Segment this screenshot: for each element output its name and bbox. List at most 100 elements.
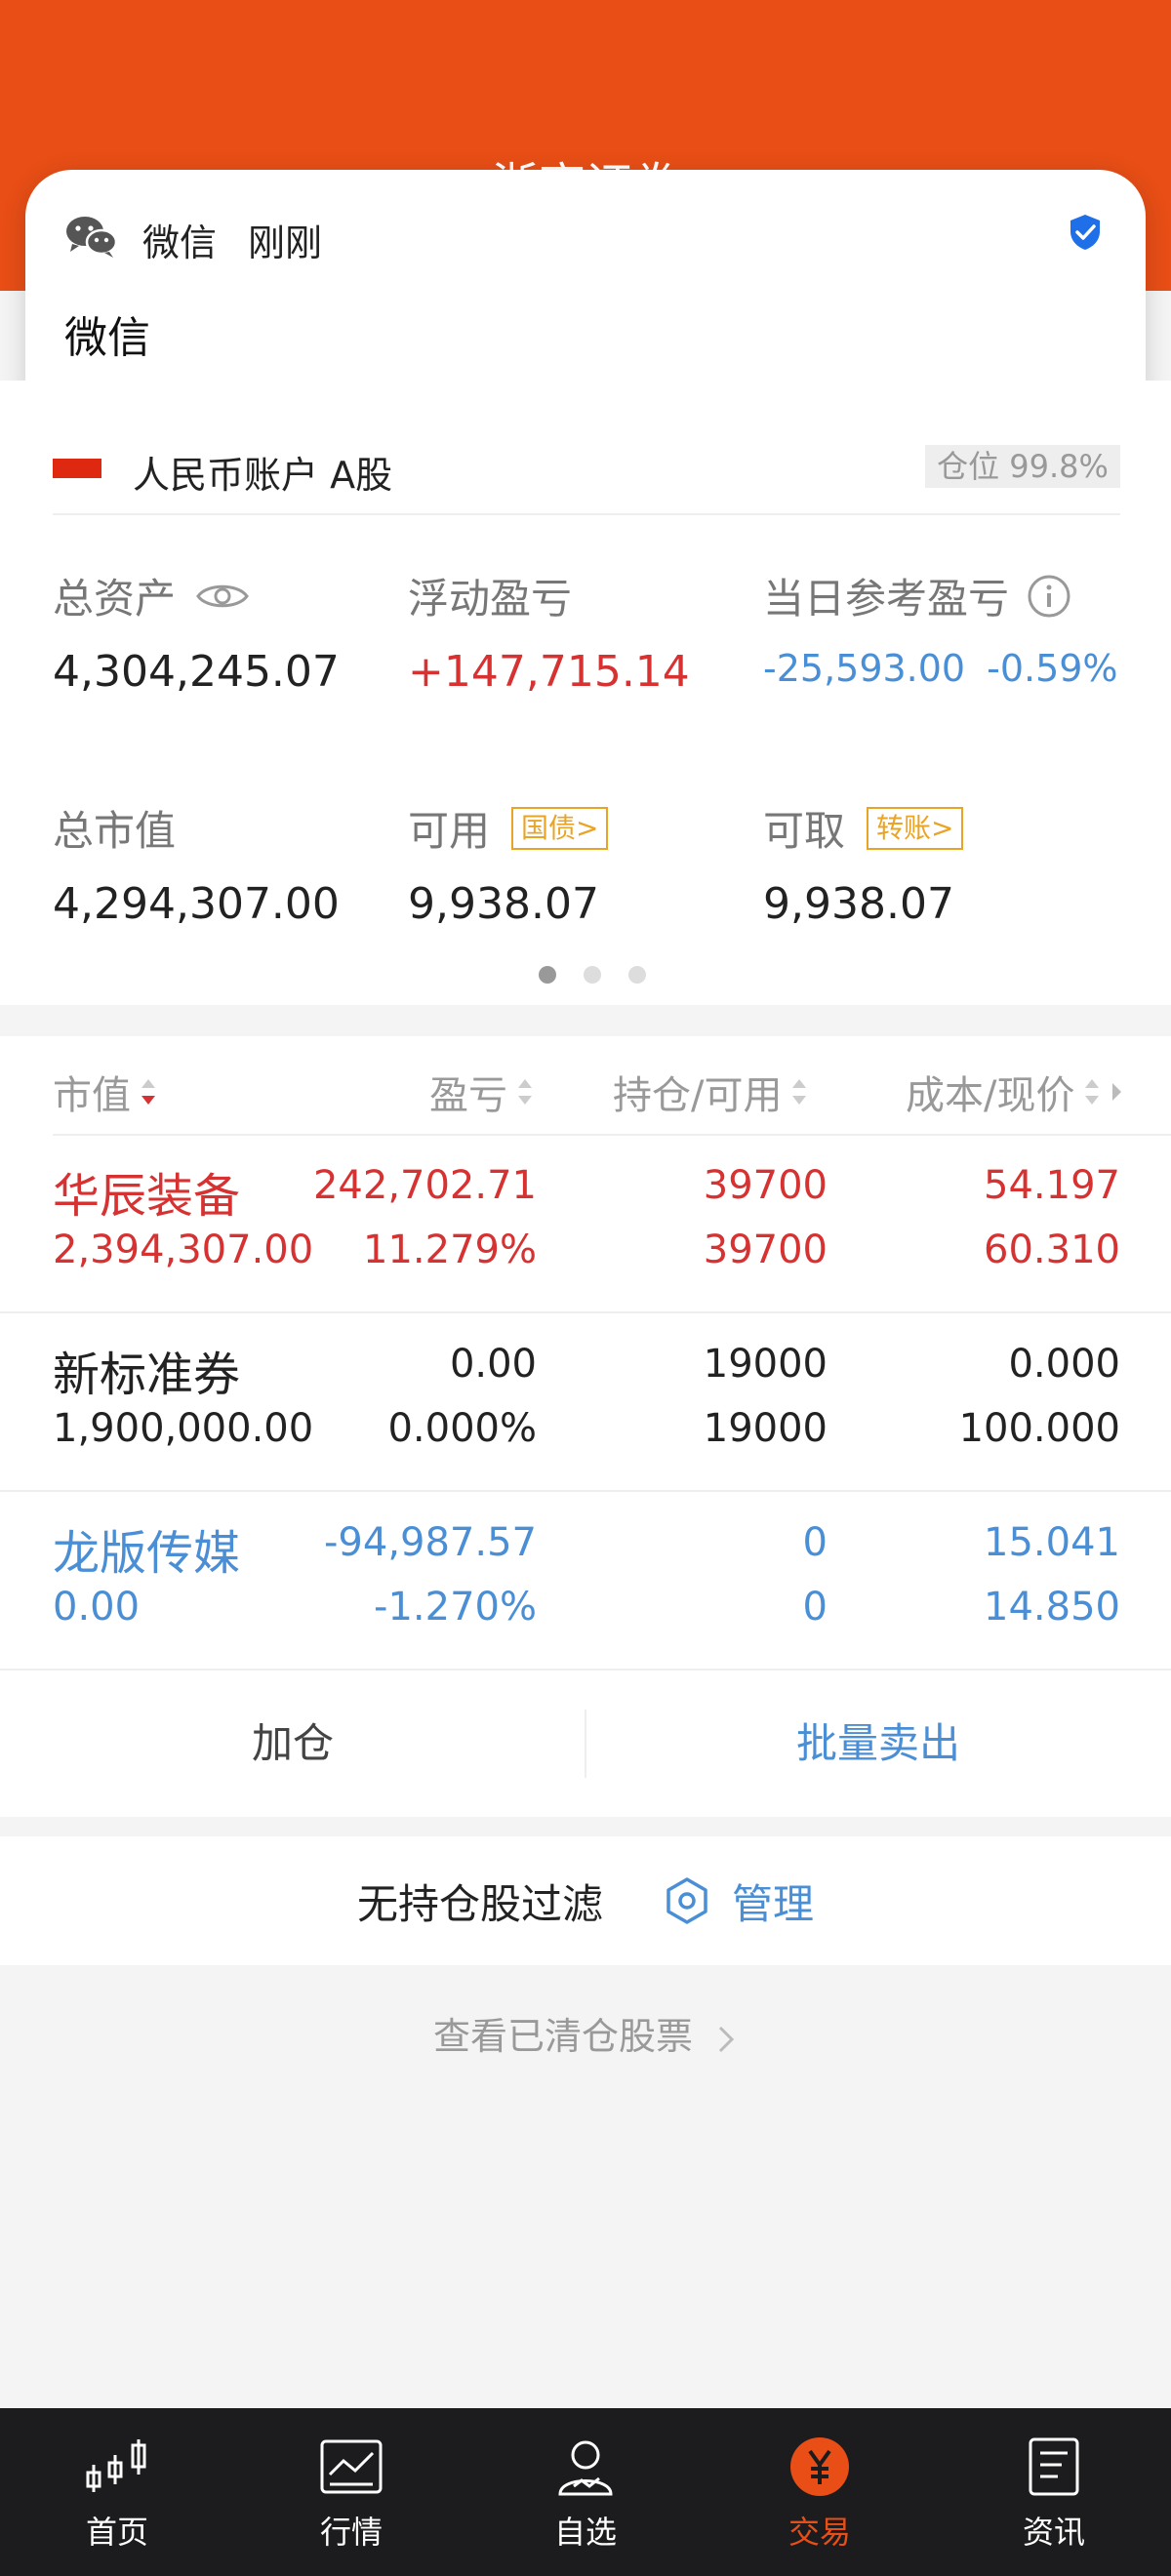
tab-news[interactable]: 资讯 [937, 2408, 1171, 2576]
header-cost-price[interactable]: 成本/现价 [906, 1064, 1125, 1120]
info-icon[interactable] [1027, 574, 1071, 619]
withdrawable-label: 可取 [763, 807, 846, 855]
table-row[interactable]: 新标准券 1,900,000.00 0.00 0.000% 19000 1900… [0, 1314, 1171, 1492]
stock-name: 华辰装备 [53, 1169, 241, 1224]
notification-title: 微信 [64, 313, 150, 363]
treasury-bond-button[interactable]: 国债> [511, 806, 609, 850]
stock-price: 100.000 [958, 1406, 1120, 1451]
stock-name: 龙版传媒 [53, 1526, 241, 1581]
stat-available: 可用 国债> 9,938.07 [408, 798, 609, 929]
verified-shield-icon [1070, 215, 1100, 250]
daily-pl-value: -25,593.00 [763, 647, 966, 690]
person-icon [558, 2440, 613, 2496]
chevron-right-icon [718, 2026, 735, 2052]
manage-button[interactable]: 管理 [662, 1872, 814, 1931]
tab-trade[interactable]: 交易 [703, 2408, 937, 2576]
tab-home[interactable]: 首页 [0, 2408, 234, 2576]
holdings-table: 市值 盈亏 持仓/可用 成本/现价 华辰装备 2,394,307.00 242,… [0, 1036, 1171, 1817]
yuan-icon [790, 2437, 849, 2496]
position-ratio-badge: 仓位 99.8% [925, 445, 1120, 488]
document-icon [1029, 2437, 1079, 2496]
stock-market-value: 1,900,000.00 [53, 1406, 314, 1451]
sort-icon [1085, 1079, 1100, 1105]
account-summary-card: 人民币账户 A股 仓位 99.8% 总资产 4,304,245.07 浮动盈亏 … [0, 381, 1171, 1005]
market-value-value: 4,294,307.00 [53, 879, 340, 929]
tab-watchlist[interactable]: 自选 [468, 2408, 703, 2576]
available-label: 可用 [408, 807, 491, 855]
stock-pl: 0.00 [449, 1342, 537, 1387]
stock-market-value: 0.00 [53, 1585, 141, 1630]
float-pl-value: +147,715.14 [408, 647, 690, 697]
header-position-label: 持仓/可用 [613, 1073, 783, 1118]
market-chart-icon [320, 2439, 383, 2494]
table-row[interactable]: 龙版传媒 0.00 -94,987.57 -1.270% 0 0 15.041 … [0, 1493, 1171, 1670]
float-pl-label: 浮动盈亏 [408, 575, 573, 623]
china-flag-icon [53, 459, 101, 478]
divider [53, 513, 1120, 515]
daily-pl-label: 当日参考盈亏 [763, 575, 1010, 623]
page-dot [584, 966, 601, 984]
notification-time: 刚刚 [248, 221, 323, 264]
no-position-filter-bar: 无持仓股过滤 管理 [0, 1836, 1171, 1965]
chevron-right-icon[interactable] [1110, 1077, 1125, 1107]
sort-icon [792, 1079, 807, 1105]
tab-label: 自选 [553, 2514, 617, 2551]
stock-pl-percent: 0.000% [387, 1406, 537, 1451]
candlestick-icon [86, 2439, 146, 2492]
add-position-button[interactable]: 加仓 [0, 1670, 586, 1817]
stock-cost: 15.041 [984, 1520, 1120, 1565]
tab-label: 首页 [85, 2514, 148, 2551]
table-row[interactable]: 华辰装备 2,394,307.00 242,702.71 11.279% 397… [0, 1136, 1171, 1313]
tab-label: 行情 [319, 2514, 383, 2551]
stock-position: 0 [802, 1520, 828, 1565]
account-name[interactable]: 人民币账户 A股 [133, 445, 392, 499]
daily-pl-percent: -0.59% [987, 647, 1118, 690]
stock-pl-percent: -1.270% [374, 1585, 537, 1630]
holdings-actions: 加仓 批量卖出 [0, 1670, 1171, 1817]
stat-total-assets: 总资产 4,304,245.07 [53, 566, 340, 697]
stock-position: 39700 [703, 1163, 828, 1208]
stock-available: 19000 [703, 1406, 828, 1451]
header-market-value[interactable]: 市值 [53, 1064, 158, 1120]
header-cost-price-label: 成本/现价 [906, 1073, 1075, 1118]
total-assets-label: 总资产 [53, 575, 177, 623]
stock-price: 14.850 [984, 1585, 1120, 1630]
batch-sell-button[interactable]: 批量卖出 [586, 1670, 1171, 1817]
page-dot [539, 966, 556, 984]
tab-market[interactable]: 行情 [234, 2408, 468, 2576]
header-pl[interactable]: 盈亏 [429, 1064, 535, 1120]
stock-cost: 54.197 [984, 1163, 1120, 1208]
stock-market-value: 2,394,307.00 [53, 1228, 314, 1272]
stat-market-value: 总市值 4,294,307.00 [53, 798, 340, 929]
stock-pl: -94,987.57 [323, 1520, 537, 1565]
notification-app-name: 微信 [142, 221, 218, 264]
stock-available: 39700 [703, 1228, 828, 1272]
header-pl-label: 盈亏 [429, 1073, 507, 1118]
view-cleared-stocks-link[interactable]: 查看已清仓股票 [0, 2006, 1171, 2060]
stat-withdrawable: 可取 转账> 9,938.07 [763, 798, 964, 929]
bottom-tab-bar: 首页 行情 自选 交易 资讯 [0, 2408, 1171, 2576]
page-dot [628, 966, 646, 984]
available-value: 9,938.07 [408, 879, 599, 929]
total-assets-value: 4,304,245.07 [53, 647, 340, 697]
stat-daily-pl: 当日参考盈亏 -25,593.00 -0.59% [763, 566, 1118, 690]
stock-position: 19000 [703, 1342, 828, 1387]
transfer-button[interactable]: 转账> [867, 806, 964, 850]
wechat-icon [66, 217, 118, 258]
hexagon-settings-icon [666, 1877, 707, 1924]
sort-desc-icon [141, 1079, 155, 1105]
manage-label: 管理 [732, 1879, 815, 1928]
cleared-label: 查看已清仓股票 [432, 2015, 693, 2058]
withdrawable-value: 9,938.07 [763, 879, 954, 929]
sort-icon [518, 1079, 532, 1105]
header-position[interactable]: 持仓/可用 [613, 1064, 809, 1120]
tab-label: 资讯 [1022, 2514, 1085, 2551]
eye-icon[interactable] [195, 579, 250, 614]
page-indicator [539, 966, 646, 984]
market-value-label: 总市值 [53, 807, 177, 855]
tab-label: 交易 [787, 2514, 851, 2551]
stock-pl-percent: 11.279% [363, 1228, 537, 1272]
stock-price: 60.310 [984, 1228, 1120, 1272]
stock-cost: 0.000 [1008, 1342, 1120, 1387]
filter-text: 无持仓股过滤 [356, 1879, 603, 1928]
